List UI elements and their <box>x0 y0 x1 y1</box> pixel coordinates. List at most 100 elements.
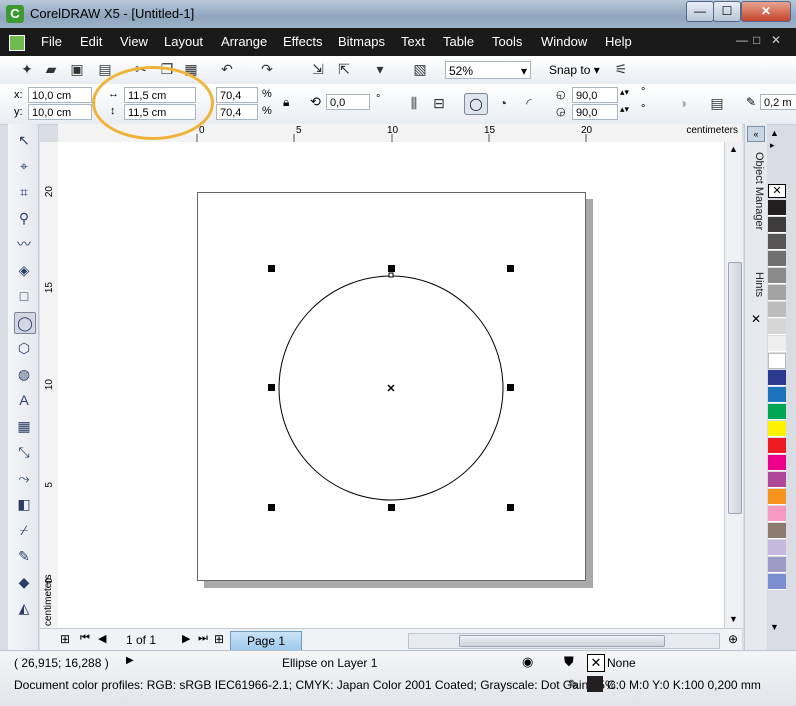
shape-tool-icon[interactable]: ⌖ <box>14 156 34 176</box>
color-profiles-text[interactable]: Document color profiles: RGB: sRGB IEC61… <box>14 678 616 692</box>
color-swatch[interactable] <box>768 217 786 233</box>
basic-shapes-tool-icon[interactable]: ◍ <box>14 364 34 384</box>
scale-width-field[interactable]: 70,4 <box>216 87 258 103</box>
menu-text[interactable]: Text <box>401 34 425 49</box>
menu-arrange[interactable]: Arrange <box>221 34 267 49</box>
menu-effects[interactable]: Effects <box>283 34 323 49</box>
menu-tools[interactable]: Tools <box>492 34 522 49</box>
drawing-canvas[interactable] <box>58 142 724 628</box>
color-swatch[interactable] <box>768 370 786 386</box>
copy-icon[interactable]: ❐ <box>158 60 176 78</box>
color-swatch[interactable] <box>768 302 786 318</box>
scale-height-field[interactable]: 70,4 <box>216 104 258 120</box>
outline-width-field[interactable]: 0,2 m <box>760 94 796 110</box>
print-icon[interactable]: ▤ <box>96 60 114 78</box>
coreldraw-app-icon[interactable]: C <box>6 5 24 23</box>
last-page-icon[interactable]: ⏭ <box>198 632 208 645</box>
dimension-tool-icon[interactable]: ⤡ <box>14 442 34 462</box>
color-swatch[interactable] <box>768 353 786 369</box>
rotation-angle-field[interactable]: 0,0 <box>326 94 370 110</box>
zoom-level-dropdown[interactable]: 52% ▾ <box>445 61 531 79</box>
import-icon[interactable]: ⇲ <box>309 60 327 78</box>
mirror-vertical-icon[interactable]: ⊟ <box>430 94 448 112</box>
crop-tool-icon[interactable]: ⌗ <box>14 182 34 202</box>
add-page-icon[interactable]: ⊞ <box>60 632 70 646</box>
add-page-after-icon[interactable]: ⊞ <box>214 632 224 646</box>
horizontal-scroll-thumb[interactable] <box>459 635 665 647</box>
color-swatch[interactable] <box>768 455 786 471</box>
color-swatch[interactable] <box>768 200 786 216</box>
cut-icon[interactable]: ✂ <box>132 60 150 78</box>
pick-tool-icon[interactable]: ↖ <box>14 130 34 150</box>
color-swatch[interactable] <box>768 557 786 573</box>
text-tool-icon[interactable]: A <box>14 390 34 410</box>
menu-layout[interactable]: Layout <box>164 34 203 49</box>
horizontal-ruler[interactable]: 0 5 10 15 20 centimeters <box>58 124 742 143</box>
undo-icon[interactable]: ↶ <box>218 60 236 78</box>
snap-to-dropdown[interactable]: Snap to ▾ <box>549 63 600 77</box>
color-swatch[interactable] <box>768 421 786 437</box>
ellipse-mode-button[interactable]: ◯ <box>464 93 488 115</box>
color-swatch[interactable] <box>768 506 786 522</box>
menu-table[interactable]: Table <box>443 34 474 49</box>
mirror-horizontal-icon[interactable]: ⫼ <box>405 94 423 112</box>
vertical-scroll-thumb[interactable] <box>728 262 742 514</box>
fill-tool-icon[interactable]: ◆ <box>14 572 34 592</box>
blend-tool-icon[interactable]: ◧ <box>14 494 34 514</box>
palette-options-icon[interactable]: ▸ <box>770 140 775 151</box>
wrap-text-icon[interactable]: ▤ <box>708 94 726 112</box>
object-manager-tab[interactable]: Object Manager <box>747 152 765 256</box>
arc-mode-icon[interactable]: ◜ <box>520 94 538 112</box>
lock-ratio-icon[interactable]: 🔒︎ <box>283 95 289 110</box>
y-position-field[interactable]: 10,0 cm <box>28 104 92 120</box>
save-icon[interactable]: ▣ <box>68 60 86 78</box>
direction-icon[interactable]: ◑ <box>674 94 692 112</box>
eyedropper-tool-icon[interactable]: ⌿ <box>14 520 34 540</box>
smart-fill-tool-icon[interactable]: ◈ <box>14 260 34 280</box>
color-swatch[interactable] <box>768 336 786 352</box>
new-document-icon[interactable]: ✦ <box>18 60 36 78</box>
color-swatch[interactable] <box>768 387 786 403</box>
table-tool-icon[interactable]: ▦ <box>14 416 34 436</box>
menu-window[interactable]: Window <box>541 34 587 49</box>
options-icon[interactable]: ⚟ <box>612 60 630 78</box>
x-position-field[interactable]: 10,0 cm <box>28 87 92 103</box>
open-folder-icon[interactable]: ▰ <box>42 60 60 78</box>
polygon-tool-icon[interactable]: ⬡ <box>14 338 34 358</box>
pie-mode-icon[interactable]: ◔ <box>494 94 512 112</box>
color-swatch[interactable] <box>768 523 786 539</box>
palette-scroll-down-icon[interactable]: ▼ <box>770 622 779 632</box>
color-swatch[interactable] <box>768 438 786 454</box>
export-icon[interactable]: ⇱ <box>335 60 353 78</box>
doc-minimize-icon[interactable]: — <box>736 33 748 47</box>
hints-tab[interactable]: Hints <box>747 272 765 308</box>
next-page-icon[interactable]: ▶ <box>182 632 190 645</box>
welcome-screen-icon[interactable]: ▧ <box>411 60 429 78</box>
minimize-button[interactable]: — <box>686 1 714 22</box>
end-angle-field[interactable]: 90,0 <box>572 104 618 120</box>
menu-view[interactable]: View <box>120 34 148 49</box>
color-swatch[interactable] <box>768 319 786 335</box>
spinner-down-icon[interactable]: ▴▾ <box>620 104 629 115</box>
menu-help[interactable]: Help <box>605 34 632 49</box>
collapse-docker-icon[interactable]: « <box>747 126 765 142</box>
spinner-up-icon[interactable]: ▴▾ <box>620 87 629 98</box>
color-swatch[interactable] <box>768 268 786 284</box>
color-swatch[interactable] <box>768 489 786 505</box>
object-height-field[interactable]: 11,5 cm <box>124 104 196 120</box>
connector-tool-icon[interactable]: ⤳ <box>14 468 34 488</box>
outline-tool-icon[interactable]: ✎ <box>14 546 34 566</box>
close-button[interactable]: ✕ <box>741 1 791 22</box>
palette-scroll-up-icon[interactable]: ▲ <box>770 128 779 138</box>
vertical-ruler[interactable]: 20 15 10 5 0 centimeters <box>40 142 59 628</box>
color-swatch[interactable] <box>768 574 786 590</box>
color-management-icon[interactable]: ◉ <box>522 654 533 670</box>
color-swatch[interactable] <box>768 251 786 267</box>
interactive-fill-tool-icon[interactable]: ◭ <box>14 598 34 618</box>
ellipse-tool-icon[interactable]: ◯ <box>14 312 36 334</box>
zoom-navigator-icon[interactable]: ⊕ <box>728 632 738 646</box>
color-swatch[interactable] <box>768 472 786 488</box>
doc-restore-icon[interactable]: □ <box>753 33 760 47</box>
doc-close-icon[interactable]: ✕ <box>771 33 781 47</box>
page-tab-1[interactable]: Page 1 <box>230 631 302 651</box>
